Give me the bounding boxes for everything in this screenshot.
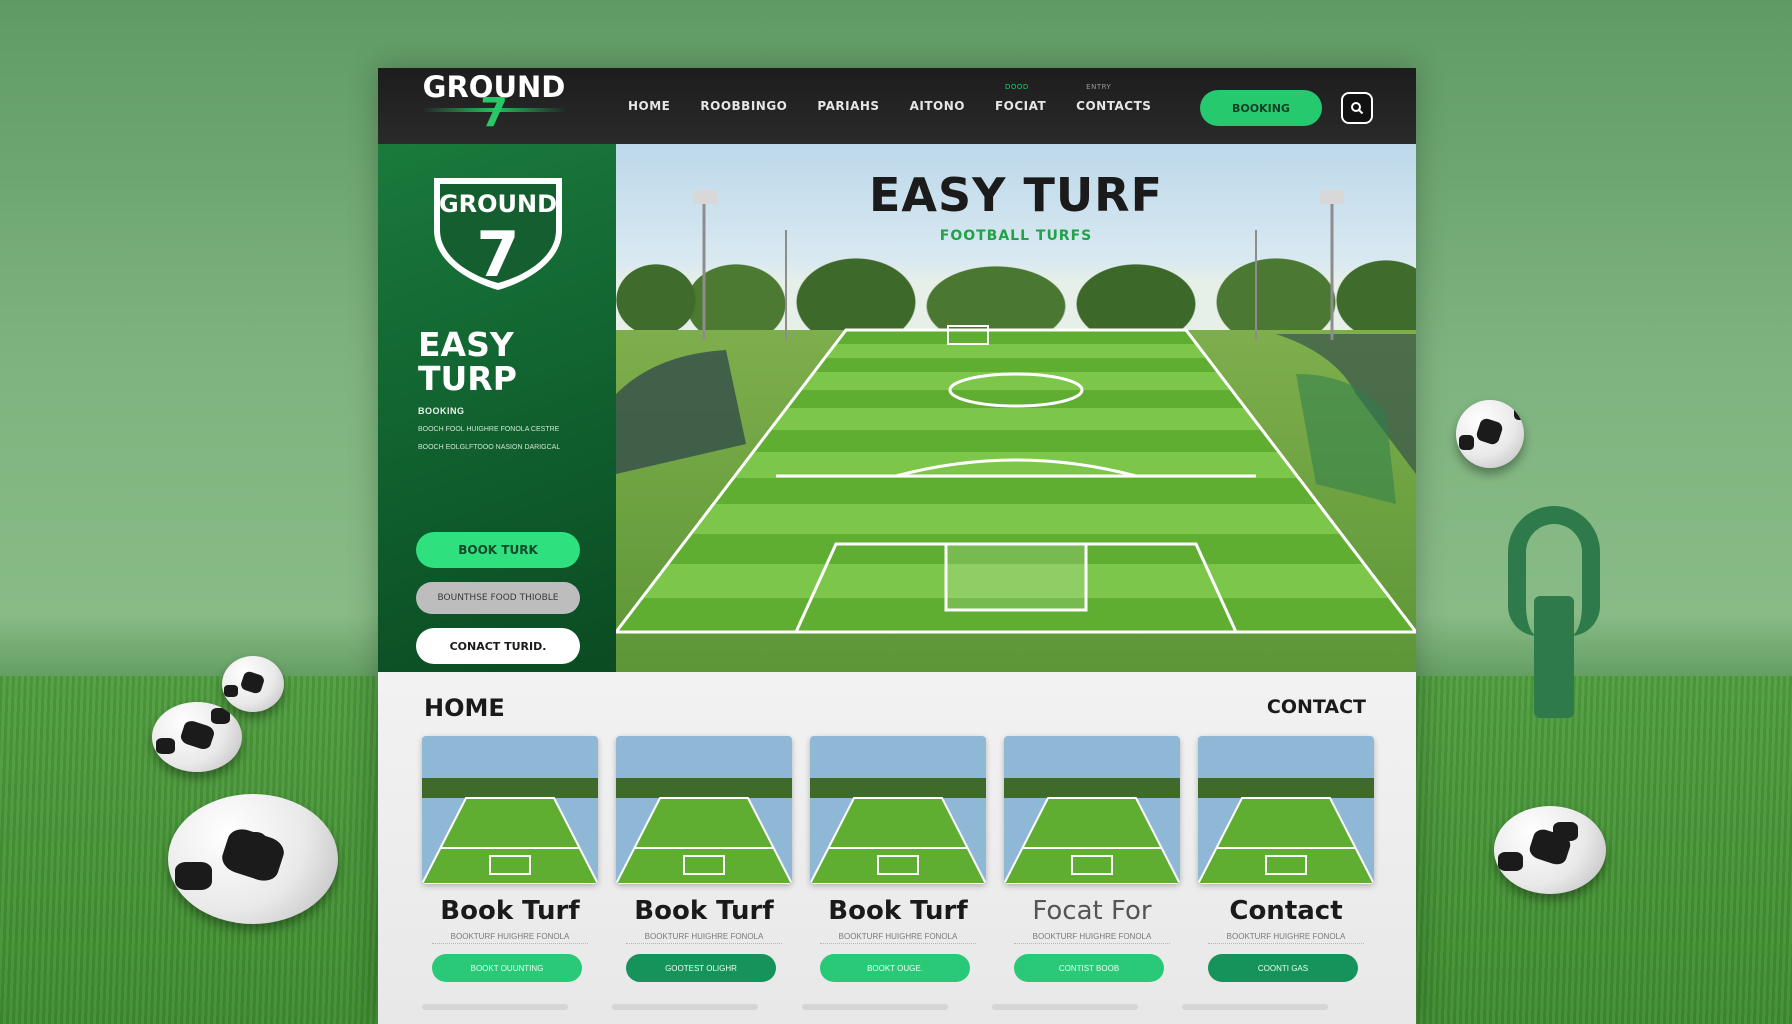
soccer-ball-icon	[152, 702, 242, 772]
card-button[interactable]: GOOTEST OLIGHR	[626, 954, 776, 982]
card-title: Contact	[1229, 896, 1343, 926]
card-button[interactable]: COONTI GAS	[1208, 954, 1358, 982]
secondary-button[interactable]: BOUNTHSE FOOD THIOBLE	[416, 582, 580, 614]
turf-thumbnail	[810, 736, 986, 884]
card-button[interactable]: BOOKT OUUNTING	[432, 954, 582, 982]
turf-thumbnail	[616, 736, 792, 884]
nav-link-superscript: DOOD	[1004, 83, 1029, 91]
search-icon	[1351, 102, 1364, 115]
section-home-label: HOME	[424, 694, 505, 722]
turf-card[interactable]: Book Turf BOOKTURF HUIGHRE FONOLA GOOTES…	[616, 736, 792, 996]
top-navigation: GROUND 7 HOME ROOBBINGO PARIAHS AITONO D…	[378, 68, 1416, 144]
sidebar-title-line1: EASY	[418, 325, 514, 364]
turf-card[interactable]: Book Turf BOOKTURF HUIGHRE FONOLA BOOKT …	[810, 736, 986, 996]
preview-bar	[802, 1004, 948, 1010]
contact-turf-button[interactable]: CONACT TURID.	[416, 628, 580, 664]
nav-link-label: AITONO	[909, 99, 965, 113]
nav-link-label: CONTACTS	[1076, 99, 1152, 113]
turf-thumbnail	[422, 736, 598, 884]
sidebar-title: EASY TURP	[418, 328, 517, 396]
pitch-thumbnail-icon	[810, 736, 986, 884]
nav-link-superscript: ENTRY	[1086, 83, 1112, 91]
sidebar-subtitle: BOOKING	[418, 406, 465, 416]
pitch-thumbnail-icon	[616, 736, 792, 884]
nav-link-label: FOCIAT	[994, 99, 1047, 113]
soccer-ball-icon	[1494, 806, 1606, 894]
preview-bar	[1182, 1004, 1328, 1010]
hero-subtitle: FOOTBALL TURFS	[939, 228, 1093, 244]
turf-cards: Book Turf BOOKTURF HUIGHRE FONOLA BOOKT …	[422, 736, 1374, 996]
shield-brand-text: GROUND	[439, 190, 557, 218]
nav-link-aitono[interactable]: AITONO	[910, 99, 965, 113]
sidebar-title-line2: TURP	[418, 359, 517, 398]
sidebar-text-line: BOOCH FOOL HUIGHRE FONOLA CESTRE	[418, 426, 560, 433]
turf-thumbnail	[1198, 736, 1374, 884]
sidebar-text-line: BOOCH EOLGLFTOOO NASION DARIGCAL	[418, 444, 561, 451]
turf-card[interactable]: Book Turf BOOKTURF HUIGHRE FONOLA BOOKT …	[422, 736, 598, 996]
nav-link-home[interactable]: HOME	[628, 99, 670, 113]
brand-number: 7	[480, 90, 508, 136]
card-title: Book Turf	[440, 896, 580, 926]
preview-bar	[992, 1004, 1138, 1010]
turf-card[interactable]: Focat For BOOKTURF HUIGHRE FONOLA CONTIS…	[1004, 736, 1180, 996]
book-turf-button[interactable]: BOOK TURK	[416, 532, 580, 568]
nav-link-label: PARIAHS	[817, 99, 880, 113]
soccer-ball-icon	[1456, 400, 1524, 468]
section-contact-label[interactable]: CONTACT	[1267, 696, 1366, 718]
search-button[interactable]	[1341, 92, 1373, 124]
card-description: BOOKTURF HUIGHRE FONOLA	[820, 932, 976, 944]
preview-bar	[422, 1004, 568, 1010]
card-button[interactable]: CONTIST BOOB	[1014, 954, 1164, 982]
card-title: Book Turf	[634, 896, 774, 926]
card-title: Book Turf	[828, 896, 968, 926]
nav-link-label: ROOBBINGO	[700, 99, 788, 113]
card-description: BOOKTURF HUIGHRE FONOLA	[626, 932, 782, 944]
nav-links: HOME ROOBBINGO PARIAHS AITONO DOOD FOCIAT…	[628, 68, 1181, 144]
nav-link-parishes[interactable]: PARIAHS	[817, 99, 879, 113]
pitch-thumbnail-icon	[422, 736, 598, 884]
nav-link-booking[interactable]: ROOBBINGO	[700, 99, 787, 113]
pole-base	[1534, 596, 1574, 718]
brand-logo[interactable]: GROUND 7	[414, 68, 574, 144]
card-description: BOOKTURF HUIGHRE FONOLA	[432, 932, 588, 944]
card-title: Focat For	[1032, 896, 1152, 926]
football-pitch-illustration	[616, 190, 1416, 634]
shield-logo-icon: GROUND 7	[434, 178, 562, 291]
next-row-preview	[422, 1004, 1372, 1014]
nav-link-contacts[interactable]: ENTRY CONTACTS	[1076, 83, 1152, 113]
soccer-ball-icon	[168, 794, 338, 924]
turf-thumbnail	[1004, 736, 1180, 884]
nav-link-label: HOME	[628, 99, 671, 113]
nav-link-fociat[interactable]: DOOD FOCIAT	[994, 83, 1047, 113]
pitch-thumbnail-icon	[1198, 736, 1374, 884]
soccer-ball-icon	[222, 656, 284, 712]
card-button[interactable]: BOOKT OUGE.	[820, 954, 970, 982]
turf-card[interactable]: Contact BOOKTURF HUIGHRE FONOLA COONTI G…	[1198, 736, 1374, 996]
hero-banner: EASY TURF FOOTBALL TURFS	[616, 144, 1416, 672]
hero-sidebar: GROUND 7 EASY TURP BOOKING BOOCH FOOL HU…	[378, 144, 616, 672]
website-window: GROUND 7 HOME ROOBBINGO PARIAHS AITONO D…	[378, 68, 1416, 1024]
pitch-thumbnail-icon	[1004, 736, 1180, 884]
preview-bar	[612, 1004, 758, 1010]
card-description: BOOKTURF HUIGHRE FONOLA	[1014, 932, 1170, 944]
hero-title: EASY TURF	[868, 168, 1164, 222]
card-description: BOOKTURF HUIGHRE FONOLA	[1208, 932, 1364, 944]
training-pole	[1508, 506, 1600, 718]
shield-number: 7	[476, 218, 519, 291]
booking-button[interactable]: BOOKING	[1200, 90, 1322, 126]
content-section: HOME CONTACT Book Turf BOOKTURF HUIGHRE …	[378, 672, 1416, 1024]
